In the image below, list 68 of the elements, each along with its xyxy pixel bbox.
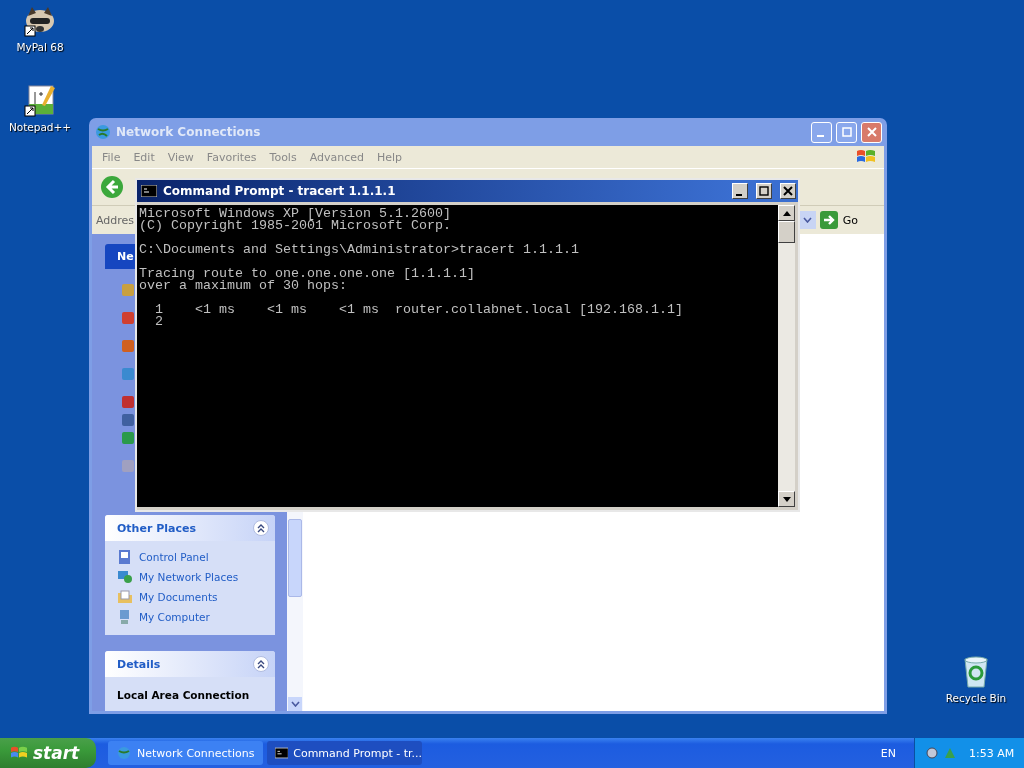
scroll-down-button[interactable]	[778, 491, 795, 507]
control-panel-icon[interactable]	[117, 549, 133, 565]
maximize-button[interactable]	[756, 183, 772, 199]
notepad-icon[interactable]	[23, 84, 57, 118]
place-link[interactable]: My Network Places	[139, 571, 239, 583]
minimize-icon	[736, 193, 742, 196]
menu-item[interactable]: Tools	[269, 150, 297, 164]
menu-item[interactable]: View	[167, 150, 194, 164]
desktop-icon-label[interactable]: Notepad++	[8, 121, 72, 133]
window-title: Command Prompt - tracert 1.1.1.1	[163, 184, 396, 198]
maximize-icon	[841, 127, 852, 137]
menu-item[interactable]: Edit	[133, 150, 155, 164]
go-button[interactable]: Go	[819, 211, 880, 229]
section-header[interactable]: Ne	[105, 244, 135, 269]
task-icon[interactable]	[121, 394, 135, 409]
close-icon	[866, 127, 877, 137]
menu-item[interactable]: File	[102, 150, 121, 164]
menu-item[interactable]: Favorites	[206, 150, 257, 164]
scroll-up-button[interactable]	[778, 205, 795, 221]
desktop-icon-label[interactable]: Recycle Bin	[945, 692, 1007, 704]
window-title: Network Connections	[116, 125, 261, 139]
console-line: Tracing route to one.one.one.one [1.1.1.1]	[139, 268, 476, 280]
place-link[interactable]: My Documents	[139, 591, 218, 603]
address-label: Addres	[96, 213, 135, 227]
double-chevron-icon	[256, 523, 266, 533]
console-line: Microsoft Windows XP [Version 5.1.2600]	[139, 208, 452, 220]
arrow-right-icon	[819, 211, 838, 229]
collapse-button[interactable]	[253, 656, 269, 672]
collapse-button[interactable]	[253, 520, 269, 536]
place-link[interactable]: My Computer	[139, 611, 210, 623]
console-icon	[141, 185, 157, 197]
scrollbar[interactable]	[778, 205, 795, 507]
taskbar-button[interactable]: Network Connections	[108, 741, 263, 765]
scroll-thumb[interactable]	[288, 519, 302, 597]
close-button[interactable]	[780, 183, 796, 199]
chevron-down-icon	[290, 701, 300, 707]
close-icon	[783, 186, 793, 196]
task-icon[interactable]	[121, 310, 135, 325]
chevron-down-icon	[803, 217, 813, 223]
console-line: over a maximum of 30 hops:	[139, 280, 348, 292]
network-globe-icon	[116, 745, 132, 761]
network-icon[interactable]	[117, 569, 133, 585]
minimize-icon	[817, 134, 824, 137]
triangle-up-icon	[782, 210, 791, 216]
console-line: 2	[154, 316, 164, 328]
folder-icon[interactable]	[117, 589, 133, 605]
console-line: 1 <1 ms <1 ms <1 ms router.collabnet.local [192.168.1.1]	[154, 304, 684, 316]
details-name: Local Area Connection	[117, 689, 251, 701]
minimize-button[interactable]	[732, 183, 748, 199]
language-indicator[interactable]: EN	[880, 746, 896, 760]
menu-item[interactable]: Help	[377, 150, 403, 164]
section-title: Other Places	[117, 521, 196, 535]
desktop-icon-label[interactable]: MyPal 68	[16, 41, 64, 53]
section-title: Details	[117, 657, 161, 671]
place-link[interactable]: Control Panel	[139, 551, 209, 563]
tray-icon[interactable]	[925, 746, 939, 760]
clock: 1:53 AM	[969, 746, 1015, 760]
console-line: (C) Copyright 1985-2001 Microsoft Corp.	[139, 220, 452, 232]
menu-item[interactable]: Advanced	[309, 150, 364, 164]
console-line: C:\Documents and Settings\Administrator>tracert 1.1.1.1	[139, 244, 580, 256]
network-globe-icon	[94, 123, 112, 141]
triangle-down-icon	[782, 496, 791, 502]
maximize-icon	[759, 186, 769, 196]
taskbar-button[interactable]: Command Prompt - tr...	[267, 741, 422, 765]
double-chevron-icon	[256, 659, 266, 669]
console-icon	[275, 747, 289, 759]
task-icon[interactable]	[121, 412, 135, 427]
start-button[interactable]: start	[0, 738, 96, 768]
